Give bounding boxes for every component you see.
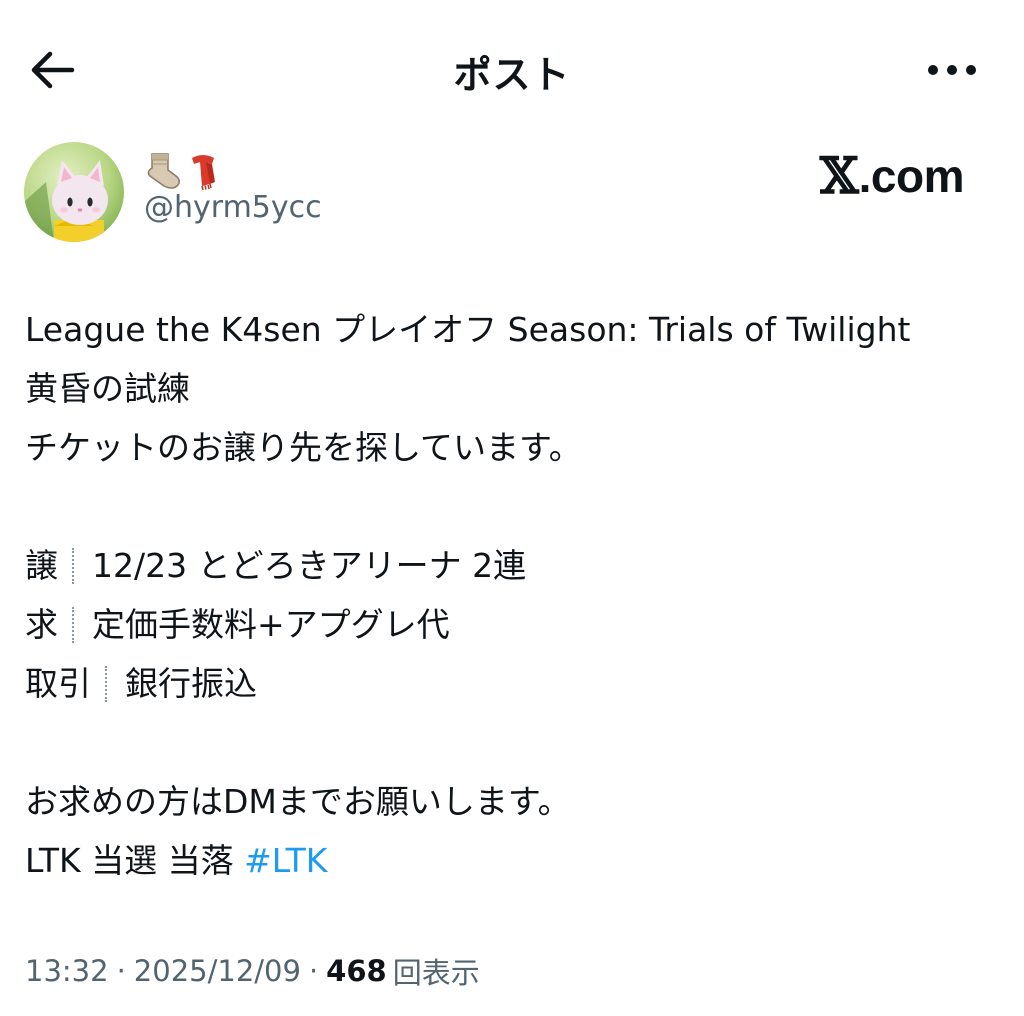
top-bar: ポスト [0,0,1024,140]
page-title: ポスト [453,53,571,97]
hashtag-link[interactable]: #LTK [244,831,327,890]
detail-value: 定価手数料+アプグレ代 [92,605,450,644]
post-author: @hyrm5ycc 𝕏 .com [24,142,1000,242]
detail-key: 譲 [25,546,58,585]
avatar[interactable] [24,142,124,242]
dotted-separator [105,665,107,702]
meta-separator: · [116,954,126,988]
sock-icon [147,153,180,189]
detail-value: 12/23 とどろきアリーナ 2連 [92,546,527,585]
post-date[interactable]: 2025/12/09 [134,954,301,988]
x-logo-icon: 𝕏 [819,146,859,205]
post-line: League the K4sen プレイオフ Season: Trials of… [25,310,911,349]
post-text: League the K4sen プレイオフ Season: Trials of… [25,300,1015,890]
detail-row-request: 求 定価手数料+アプグレ代 [25,595,1015,654]
dotted-separator [72,606,74,643]
detail-key: 取引 [25,664,91,703]
post-line: 黄昏の試練 [25,369,190,408]
more-options-button[interactable] [920,52,984,88]
view-count-label: 回表示 [392,956,480,990]
meta-separator: · [308,954,319,988]
x-com-logo: 𝕏 .com [819,146,965,206]
view-count: 468 [326,954,387,988]
detail-key: 求 [25,605,58,644]
post-line: お求めの方はDMまでお願いします。 [25,782,571,821]
detail-value: 銀行振込 [125,664,257,703]
more-horizontal-icon [928,65,976,75]
tags-text: LTK 当選 当落 [25,841,245,880]
scarf-icon [192,155,215,190]
detail-row-offer: 譲 12/23 とどろきアリーナ 2連 [25,536,1015,595]
post-tags-line: LTK 当選 当落 #LTK [25,831,1015,890]
logo-text: .com [858,150,965,202]
detail-row-transaction: 取引 銀行振込 [25,654,1015,713]
display-name[interactable] [144,148,220,192]
avatar-cat-image [24,142,124,242]
post-time[interactable]: 13:32 [25,954,109,988]
dotted-separator [72,547,74,584]
post-line: チケットのお譲り先を探しています。 [25,428,582,467]
post-meta: 13:32 · 2025/12/09 · 468 回表示 [25,950,480,992]
user-handle[interactable]: @hyrm5ycc [144,190,322,225]
